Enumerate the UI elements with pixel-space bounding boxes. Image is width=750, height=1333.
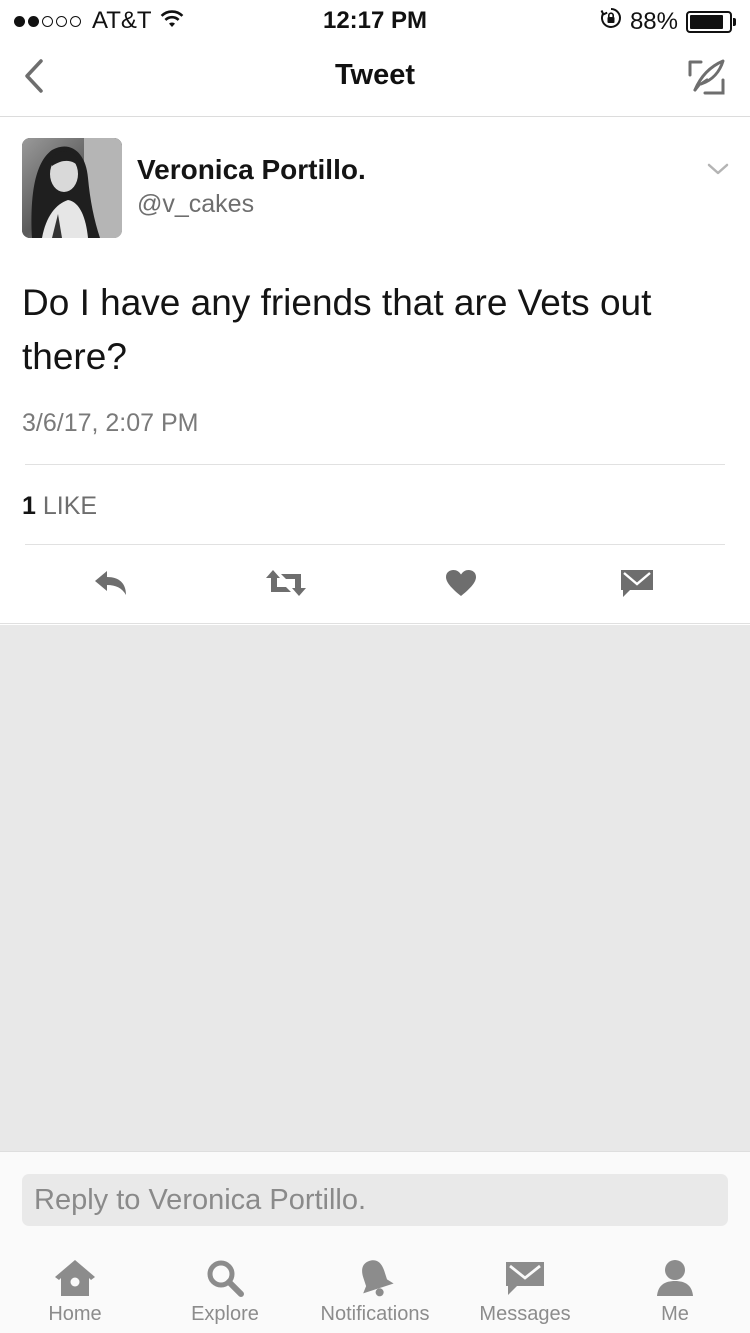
compose-tweet-button[interactable] xyxy=(684,54,730,100)
envelope-icon xyxy=(621,570,653,597)
like-count-label: LIKE xyxy=(42,492,98,520)
avatar[interactable] xyxy=(22,138,122,238)
author-handle[interactable]: @v_cakes xyxy=(137,190,254,219)
rotation-lock-icon xyxy=(600,7,622,36)
reply-icon xyxy=(95,571,126,595)
tab-messages[interactable]: Messages xyxy=(450,1241,600,1333)
tab-label: Notifications xyxy=(320,1303,430,1325)
retweet-icon xyxy=(266,570,306,596)
reply-input[interactable] xyxy=(22,1174,728,1226)
home-icon xyxy=(0,1256,150,1300)
retweet-button[interactable] xyxy=(261,565,311,601)
battery-icon xyxy=(686,10,736,33)
heart-icon xyxy=(446,570,476,596)
divider xyxy=(25,464,725,465)
tab-label: Me xyxy=(661,1303,689,1325)
tab-bar: Home Explore Notifications Messages Me xyxy=(0,1241,750,1333)
navigation-bar: Tweet xyxy=(0,40,750,117)
status-right: 88% xyxy=(600,7,736,36)
tweet-detail: Veronica Portillo. @v_cakes Do I have an… xyxy=(0,117,750,624)
like-count-number: 1 xyxy=(22,492,36,520)
tab-me[interactable]: Me xyxy=(600,1241,750,1333)
empty-replies-area xyxy=(0,625,750,1151)
direct-message-button[interactable] xyxy=(612,565,662,601)
tweet-text: Do I have any friends that are Vets out … xyxy=(22,282,652,377)
search-icon xyxy=(150,1256,300,1300)
like-button[interactable] xyxy=(436,565,486,601)
tweet-timestamp: 3/6/17, 2:07 PM xyxy=(22,409,199,437)
tab-home[interactable]: Home xyxy=(0,1241,150,1333)
author-name[interactable]: Veronica Portillo. xyxy=(137,154,366,186)
page-title: Tweet xyxy=(334,59,416,91)
chevron-down-icon[interactable] xyxy=(706,161,730,177)
reply-bar xyxy=(0,1151,750,1241)
likes-count[interactable]: 1 LIKE xyxy=(22,492,97,521)
tab-notifications[interactable]: Notifications xyxy=(300,1241,450,1333)
tab-label: Home xyxy=(48,1303,102,1325)
envelope-icon xyxy=(450,1256,600,1300)
tab-explore[interactable]: Explore xyxy=(150,1241,300,1333)
status-bar: AT&T 12:17 PM 88% xyxy=(0,0,750,40)
divider xyxy=(25,544,725,545)
reply-button[interactable] xyxy=(86,565,136,601)
tab-label: Messages xyxy=(479,1303,571,1325)
person-icon xyxy=(600,1256,750,1300)
compose-tweet-icon xyxy=(688,59,725,95)
battery-percent: 88% xyxy=(629,7,678,35)
bell-icon xyxy=(300,1256,450,1300)
tab-label: Explore xyxy=(191,1303,259,1325)
